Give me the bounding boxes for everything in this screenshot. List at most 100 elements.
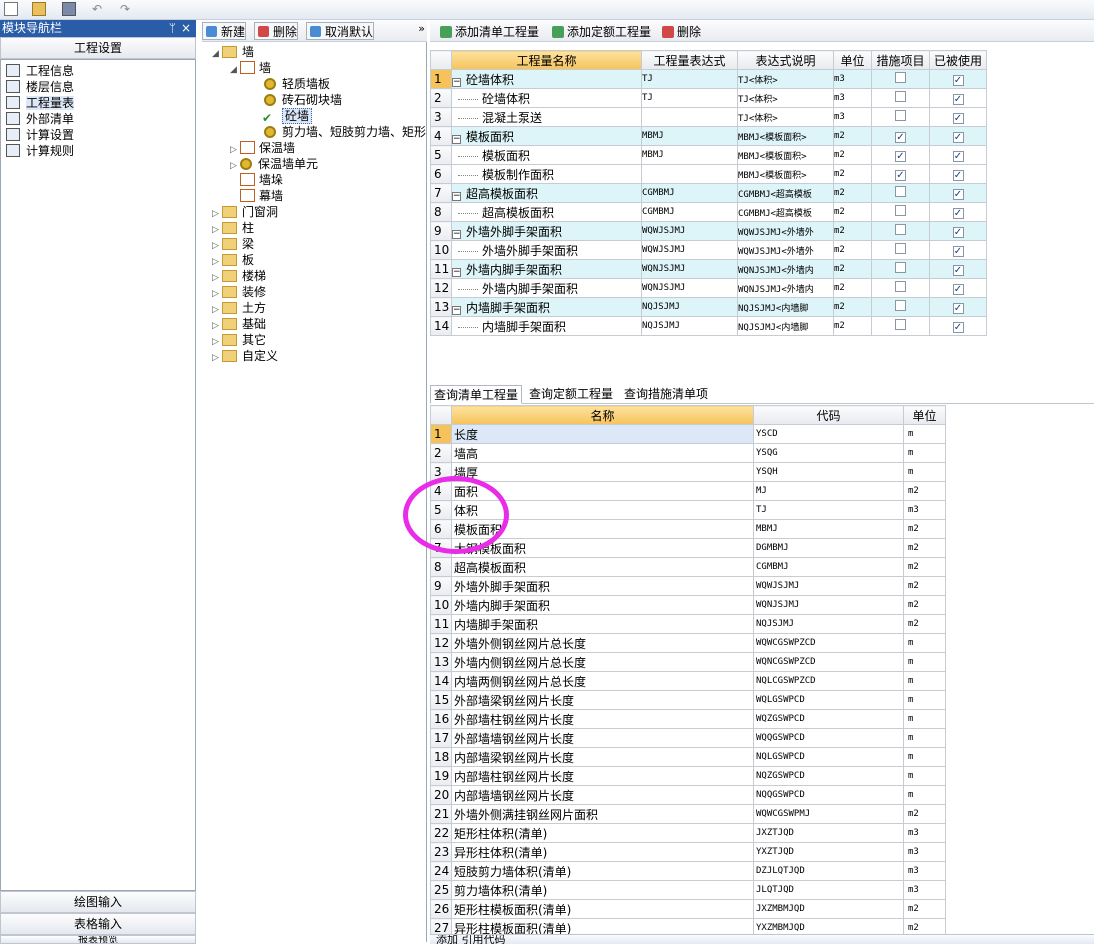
cell-code[interactable]: JXZTJQD [753, 823, 904, 843]
row-number[interactable]: 14 [430, 316, 452, 336]
table-row[interactable]: 23 异形柱体积(清单) YXZTJQD m3 [430, 842, 946, 862]
cell-expression[interactable]: CGMBMJ [641, 202, 738, 222]
collapse-icon[interactable]: − [452, 77, 461, 87]
table-row[interactable]: 21 外墙外侧满挂钢丝网片面积 WQWCGSWPMJ m2 [430, 804, 946, 824]
cell-name[interactable]: 短肢剪力墙体积(清单) [451, 861, 754, 881]
measure-checkbox[interactable]: ✓ [895, 132, 906, 143]
cell-name[interactable]: 内部墙梁钢丝网片长度 [451, 747, 754, 767]
table-row[interactable]: 11− 外墙内脚手架面积 WQNJSJMJ WQNJSJMJ<外墙内 m2 ✓ [430, 259, 987, 279]
cell-code[interactable]: WQWJSJMJ [753, 576, 904, 596]
cell-name[interactable]: 模板面积 [451, 145, 642, 165]
cell-name[interactable]: 超高模板面积 [451, 202, 642, 222]
measure-checkbox[interactable] [895, 205, 906, 216]
cell-name[interactable]: 内部墙柱钢丝网片长度 [451, 766, 754, 786]
cell-unit[interactable]: m2 [903, 804, 946, 824]
table-row[interactable]: 4 面积 MJ m2 [430, 481, 946, 501]
tree-node-door-window[interactable]: ▷ 门窗洞 [212, 204, 278, 220]
row-number[interactable]: 11 [430, 259, 452, 279]
collapse-icon[interactable]: − [452, 267, 461, 277]
cell-name[interactable]: − 超高模板面积 [451, 183, 642, 203]
pin-icon[interactable]: ᛘ [169, 20, 176, 37]
measure-checkbox[interactable] [895, 300, 906, 311]
cell-unit[interactable]: m [903, 747, 946, 767]
cell-name[interactable]: 异形柱体积(清单) [451, 842, 754, 862]
table-row[interactable]: 15 外部墙梁钢丝网片长度 WQLGSWPCD m [430, 690, 946, 710]
cell-expression[interactable]: WQWJSJMJ [641, 240, 738, 260]
tab-query-list[interactable]: 查询清单工程量 [430, 385, 523, 404]
cell-code[interactable]: YXZTJQD [753, 842, 904, 862]
cell-used[interactable]: ✓ [929, 88, 987, 108]
tree-node-decoration[interactable]: ▷ 装修 [212, 284, 266, 300]
table-row[interactable]: 14 内墙两侧钢丝网片总长度 NQLCGSWPZCD m [430, 671, 946, 691]
cell-description[interactable]: CGMBMJ<超高模板 [737, 202, 834, 222]
cell-code[interactable]: WQWCGSWPMJ [753, 804, 904, 824]
tree-node-wall-pier[interactable]: 墙垛 [240, 172, 283, 188]
cell-code[interactable]: MBMJ [753, 519, 904, 539]
table-row[interactable]: 9 外墙外脚手架面积 WQWJSJMJ m2 [430, 576, 946, 596]
row-number[interactable]: 24 [430, 861, 452, 881]
cell-expression[interactable]: NQJSJMJ [641, 316, 738, 336]
table-row[interactable]: 26 矩形柱模板面积(清单) JXZMBMJQD m2 [430, 899, 946, 919]
table-row[interactable]: 8 超高模板面积 CGMBMJ m2 [430, 557, 946, 577]
cell-unit[interactable]: m [903, 690, 946, 710]
table-row[interactable]: 13− 内墙脚手架面积 NQJSJMJ NQJSJMJ<内墙脚 m2 ✓ [430, 297, 987, 317]
tree-node-foundation[interactable]: ▷ 基础 [212, 316, 266, 332]
cell-measure[interactable] [871, 297, 930, 317]
cell-code[interactable]: JLQTJQD [753, 880, 904, 900]
used-checkbox[interactable]: ✓ [952, 208, 964, 219]
col-header-measure[interactable]: 措施项目 [871, 50, 930, 70]
used-checkbox[interactable]: ✓ [952, 322, 964, 333]
cell-code[interactable]: MJ [753, 481, 904, 501]
cell-unit[interactable]: m3 [833, 107, 872, 127]
cell-unit[interactable]: m [903, 785, 946, 805]
cell-name[interactable]: 长度 [451, 424, 754, 444]
cell-used[interactable]: ✓ [929, 240, 987, 260]
cell-unit[interactable]: m2 [833, 126, 872, 146]
cell-description[interactable]: MBMJ<模板面积> [737, 126, 834, 146]
open-folder-icon[interactable] [32, 2, 46, 16]
cell-description[interactable]: NQJSJMJ<内墙脚 [737, 316, 834, 336]
tree-node-insul-wall[interactable]: ▷ 保温墙 [230, 140, 295, 156]
cell-unit[interactable]: m2 [903, 557, 946, 577]
cell-expression[interactable] [641, 107, 738, 127]
cell-code[interactable]: WQZGSWPCD [753, 709, 904, 729]
table-row[interactable]: 8 超高模板面积 CGMBMJ CGMBMJ<超高模板 m2 ✓ [430, 202, 987, 222]
tree-node-column[interactable]: ▷ 柱 [212, 220, 254, 236]
cell-code[interactable]: WQNJSJMJ [753, 595, 904, 615]
tree-node-other[interactable]: ▷ 其它 [212, 332, 266, 348]
cell-unit[interactable]: m2 [903, 519, 946, 539]
collapse-icon[interactable]: − [452, 305, 461, 315]
col-header-unit[interactable]: 单位 [903, 405, 946, 425]
measure-checkbox[interactable]: ✓ [895, 151, 906, 162]
cell-unit[interactable]: m3 [833, 88, 872, 108]
cell-code[interactable]: YSQH [753, 462, 904, 482]
cell-unit[interactable]: m [903, 766, 946, 786]
cell-used[interactable]: ✓ [929, 69, 987, 89]
cell-name[interactable]: 墙高 [451, 443, 754, 463]
cell-unit[interactable]: m [903, 424, 946, 444]
used-checkbox[interactable]: ✓ [952, 94, 964, 105]
cell-name[interactable]: − 模板面积 [451, 126, 642, 146]
cell-used[interactable]: ✓ [929, 316, 987, 336]
table-row[interactable]: 11 内墙脚手架面积 NQJSJMJ m2 [430, 614, 946, 634]
used-checkbox[interactable]: ✓ [952, 227, 964, 238]
used-checkbox[interactable]: ✓ [952, 189, 964, 200]
row-number[interactable]: 17 [430, 728, 452, 748]
cell-unit[interactable]: m [903, 443, 946, 463]
nav-item-calc-rules[interactable]: 计算规则 [6, 143, 74, 159]
tree-node-brick-wall[interactable]: 砖石砌块墙 [264, 92, 342, 108]
cell-code[interactable]: CGMBMJ [753, 557, 904, 577]
cell-used[interactable]: ✓ [929, 259, 987, 279]
tab-query-quota[interactable]: 查询定额工程量 [526, 385, 616, 404]
tree-node-earthwork[interactable]: ▷ 土方 [212, 300, 266, 316]
row-number[interactable]: 1 [430, 424, 452, 444]
row-number[interactable]: 22 [430, 823, 452, 843]
cell-unit[interactable]: m [903, 671, 946, 691]
cell-unit[interactable]: m2 [833, 164, 872, 184]
cell-name[interactable]: 超高模板面积 [451, 557, 754, 577]
nav-item-project-info[interactable]: 工程信息 [6, 63, 74, 79]
cell-unit[interactable]: m3 [903, 823, 946, 843]
cell-name[interactable]: 内墙脚手架面积 [451, 614, 754, 634]
cell-code[interactable]: JXZMBMJQD [753, 899, 904, 919]
cell-unit[interactable]: m2 [833, 259, 872, 279]
